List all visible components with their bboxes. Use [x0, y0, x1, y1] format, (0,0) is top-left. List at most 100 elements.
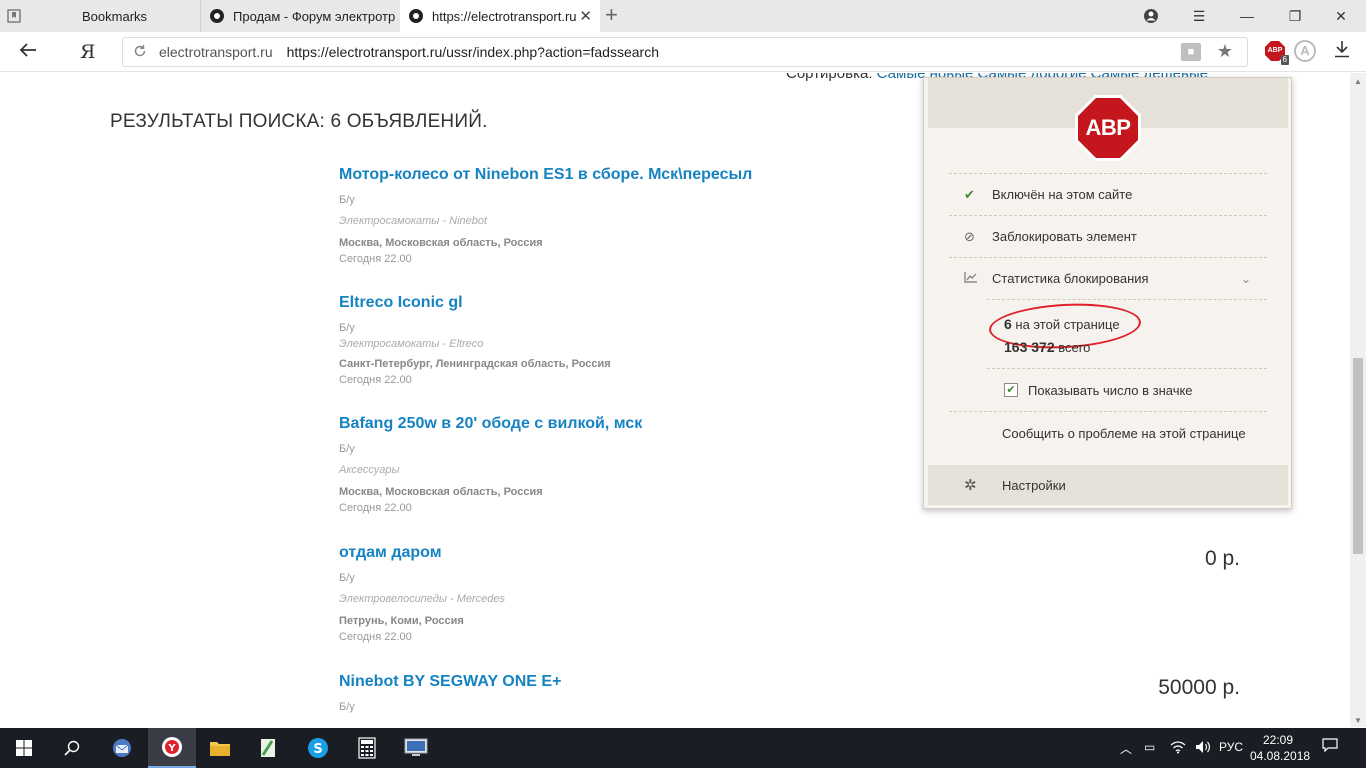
abp-show-count-option[interactable]: ✔ Показывать число в значке: [987, 368, 1267, 411]
url-text: https://electrotransport.ru/ussr/index.p…: [286, 44, 659, 60]
menu-icon[interactable]: ☰: [1176, 0, 1222, 32]
listing-date: Сегодня 22.00: [339, 502, 412, 514]
listing-condition: Б/у: [339, 443, 355, 455]
listing-title-link[interactable]: Eltreco Iconic gl: [339, 294, 939, 312]
file-explorer-taskbar-icon[interactable]: [196, 728, 244, 768]
back-button[interactable]: [18, 40, 44, 64]
listing-category: Электросамокаты - Eltreco: [339, 338, 484, 350]
site-favicon-icon: [408, 8, 424, 24]
listing-location: Петрунь, Коми, Россия: [339, 615, 464, 627]
yandex-browser-taskbar-icon[interactable]: Y: [148, 728, 196, 768]
abp-stats-label: Статистика блокирования: [992, 271, 1149, 286]
listing-title-link[interactable]: Мотор-колесо от Ninebon ES1 в сборе. Мск…: [339, 166, 939, 184]
listing-location: Москва, Московская область, Россия: [339, 486, 543, 498]
adguard-icon[interactable]: A: [1294, 40, 1316, 62]
star-icon[interactable]: ★: [1217, 41, 1233, 62]
stats-page-count: 6 на этой странице: [1004, 316, 1120, 332]
start-button[interactable]: [0, 728, 48, 768]
listing-date: Сегодня 22.00: [339, 253, 412, 265]
abp-badge-count: 6: [1280, 55, 1289, 65]
listing-item: отдам даром Б/у Электровелосипеды - Merc…: [339, 544, 939, 643]
new-tab-button[interactable]: +: [605, 4, 618, 26]
tab-forum[interactable]: Продам - Форум электротр: [200, 0, 400, 32]
tab-label: Bookmarks: [82, 8, 148, 24]
sort-label: Сортировка:: [786, 73, 877, 82]
abp-logo: ABP: [1075, 95, 1141, 161]
listing-item: Мотор-колесо от Ninebon ES1 в сборе. Мск…: [339, 166, 939, 265]
tab-active[interactable]: https://electrotransport.ru ✕: [400, 0, 600, 32]
url-field[interactable]: electrotransport.ru https://electrotrans…: [122, 37, 1248, 67]
listing-condition: Б/у: [339, 194, 355, 206]
skype-taskbar-icon[interactable]: S: [294, 728, 342, 768]
show-count-checkbox[interactable]: ✔: [1004, 383, 1018, 397]
report-label: Сообщить о проблеме на этой странице: [1002, 425, 1246, 441]
thunderbird-taskbar-icon[interactable]: [98, 728, 146, 768]
abp-settings-button[interactable]: ✲ Настройки: [928, 465, 1288, 505]
listing-title-link[interactable]: Ninebot BY SEGWAY ONE E+: [339, 673, 939, 691]
close-tab-icon[interactable]: ✕: [579, 7, 592, 25]
listing-category: Электросамокаты - Ninebot: [339, 215, 488, 227]
restore-icon[interactable]: ❐: [1272, 0, 1318, 32]
listing-date: Сегодня 22.00: [339, 631, 412, 643]
close-window-icon[interactable]: ✕: [1318, 0, 1364, 32]
listing-condition: Б/у: [339, 322, 355, 334]
download-icon[interactable]: [1334, 40, 1350, 63]
page-scrollbar[interactable]: ▲ ▼: [1350, 73, 1366, 727]
scroll-up-icon[interactable]: ▲: [1354, 77, 1362, 86]
language-indicator[interactable]: РУС: [1219, 740, 1243, 754]
listing-title-link[interactable]: отдам даром: [339, 544, 939, 562]
calculator-taskbar-icon[interactable]: [343, 728, 391, 768]
notifications-icon[interactable]: [1322, 738, 1338, 757]
abp-stats-toggle[interactable]: Статистика блокирования ⌄: [949, 257, 1267, 299]
search-icon: [64, 740, 80, 756]
tab-label: https://electrotransport.ru: [432, 8, 577, 24]
volume-icon[interactable]: [1195, 740, 1211, 757]
listing-date: Сегодня 22.00: [339, 374, 412, 386]
tab-bookmarks[interactable]: Bookmarks: [0, 0, 200, 32]
svg-text:Y: Y: [167, 743, 176, 754]
bookmarks-icon: [6, 8, 22, 24]
abp-enabled-label: Включён на этом сайте: [992, 187, 1133, 202]
address-bar: Я electrotransport.ru https://electrotra…: [0, 32, 1366, 72]
search-button[interactable]: [48, 728, 96, 768]
tab-label: Продам - Форум электротр: [233, 8, 396, 24]
listing-item: Bafang 250w в 20' ободе с вилкой, мск Б/…: [339, 415, 939, 514]
listing-category: Аксессуары: [339, 464, 400, 476]
abp-enabled-toggle[interactable]: ✔ Включён на этом сайте: [949, 173, 1267, 215]
tray-expand-icon[interactable]: ︿: [1120, 740, 1132, 757]
url-domain: electrotransport.ru: [159, 44, 273, 60]
listing-condition: Б/у: [339, 572, 355, 584]
reload-icon[interactable]: [133, 44, 149, 61]
wifi-icon[interactable]: [1170, 740, 1186, 757]
abp-popup: ABP ✔ Включён на этом сайте ⊘ Заблокиров…: [923, 77, 1292, 509]
system-clock[interactable]: 22:09 04.08.2018: [1250, 732, 1310, 764]
chart-icon: [964, 271, 992, 286]
minimize-icon[interactable]: —: [1224, 0, 1270, 32]
listing-price: 0 р.: [1204, 547, 1240, 570]
listing-item: Eltreco Iconic gl Б/у Электросамокаты - …: [339, 294, 939, 386]
block-icon: ⊘: [964, 228, 975, 244]
lock-icon[interactable]: ■: [1181, 43, 1201, 61]
site-favicon-icon: [209, 8, 225, 24]
listing-title-link[interactable]: Bafang 250w в 20' ободе с вилкой, мск: [339, 415, 939, 433]
wrench-icon: ✲: [964, 477, 977, 494]
notepad-plus-taskbar-icon[interactable]: [244, 728, 292, 768]
scroll-down-icon[interactable]: ▼: [1354, 716, 1362, 725]
abp-logo-text: ABP: [1078, 98, 1138, 158]
yandex-button[interactable]: Я: [80, 41, 95, 63]
remote-desktop-taskbar-icon[interactable]: [392, 728, 440, 768]
windows-taskbar: Y S ︿ ▭ РУС 22:09 04.08.2018: [0, 728, 1366, 768]
battery-icon[interactable]: ▭: [1144, 740, 1155, 754]
checkmark-icon: ✔: [964, 186, 975, 202]
stats-page-number: 6: [1004, 316, 1012, 332]
abp-stats-panel: 6 на этой странице 163 372 всего: [987, 299, 1267, 368]
scroll-thumb[interactable]: [1353, 358, 1363, 554]
chevron-down-icon: ⌄: [1240, 271, 1251, 286]
results-title: РЕЗУЛЬТАТЫ ПОИСКА: 6 ОБЪЯВЛЕНИЙ.: [110, 111, 488, 132]
abp-block-element-button[interactable]: ⊘ Заблокировать элемент: [949, 215, 1267, 257]
abp-report-issue-link[interactable]: Сообщить о проблеме на этой странице: [949, 411, 1267, 454]
abp-extension-button[interactable]: ABP 6: [1263, 39, 1289, 65]
stats-total-count: 163 372 всего: [1004, 339, 1090, 355]
account-icon[interactable]: [1128, 0, 1174, 32]
stats-total-number: 163 372: [1004, 339, 1055, 355]
